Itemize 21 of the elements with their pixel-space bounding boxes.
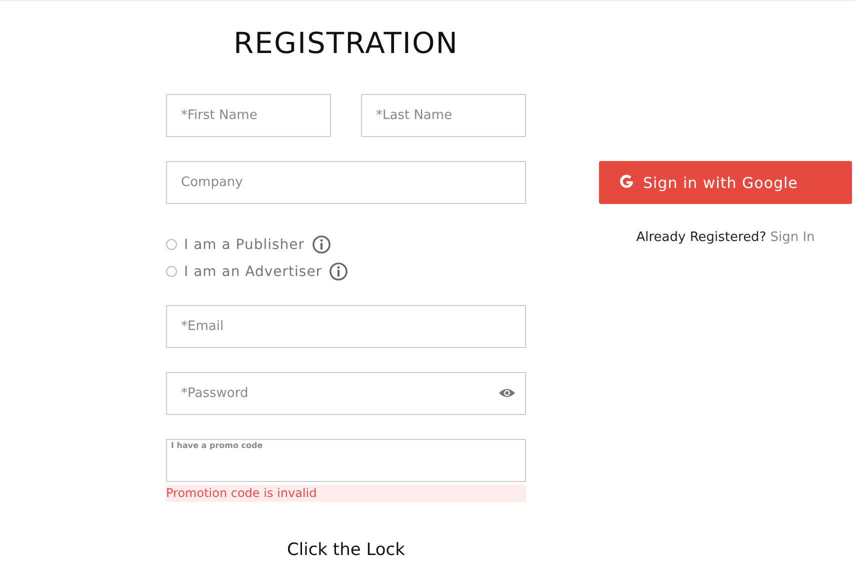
google-icon (618, 174, 635, 191)
input-field[interactable]: *First Name (166, 94, 331, 137)
promo-code-field[interactable] (166, 439, 526, 482)
radio-label: I am a Publisher (184, 236, 305, 252)
promo-code-label: I have a promo code (171, 441, 263, 450)
already-registered-text: Already Registered? (636, 230, 766, 245)
radio-button[interactable] (166, 239, 177, 250)
eye-icon[interactable] (498, 387, 516, 399)
email-field[interactable]: *Email (166, 305, 526, 348)
google-sign-in-button[interactable]: Sign in with Google (599, 161, 852, 204)
company-field[interactable]: Company (166, 161, 526, 204)
radio-button[interactable] (166, 266, 177, 277)
password-field[interactable]: *Password (166, 372, 526, 415)
info-icon[interactable] (312, 235, 331, 254)
lock-caption: Click the Lock (286, 540, 406, 560)
input-field[interactable]: *Last Name (361, 94, 526, 137)
sign-in-link[interactable]: Sign In (770, 230, 815, 245)
error-message: Promotion code is invalid (166, 485, 526, 502)
info-icon[interactable] (329, 262, 348, 281)
radio-label: I am an Advertiser (184, 264, 322, 280)
page-title: REGISTRATION (232, 25, 460, 61)
